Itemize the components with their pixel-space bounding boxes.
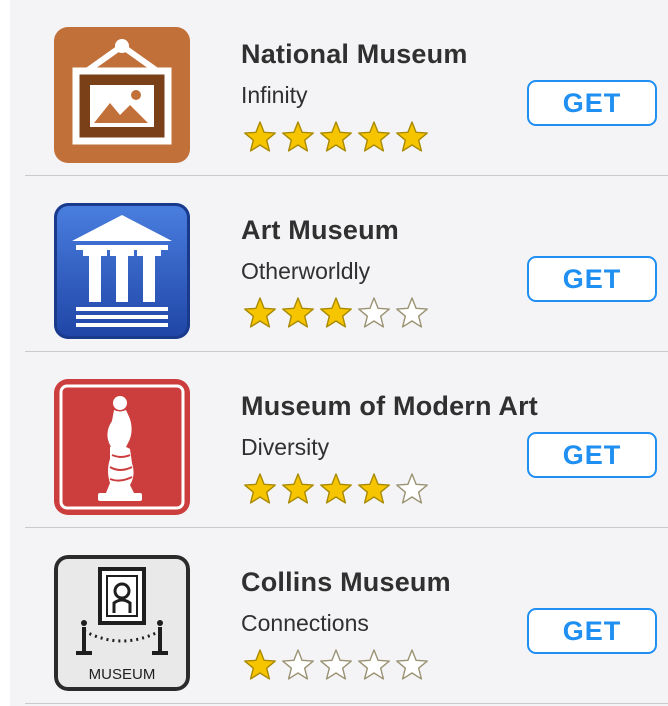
app-title[interactable]: Museum of Modern Art bbox=[241, 391, 538, 422]
star-filled-icon bbox=[358, 473, 390, 504]
app-subtitle: Infinity bbox=[241, 82, 308, 108]
star-filled-icon bbox=[244, 649, 276, 680]
star-filled-icon bbox=[358, 121, 390, 152]
app-list: National Museum Infinity GET Art Museum … bbox=[10, 0, 668, 706]
star-filled-icon bbox=[282, 297, 314, 328]
museum-label: MUSEUM bbox=[89, 666, 156, 683]
classical-building-icon bbox=[54, 203, 190, 339]
star-empty-icon bbox=[396, 473, 428, 504]
list-item[interactable]: Museum of Modern Art Diversity GET bbox=[10, 352, 668, 528]
star-rating bbox=[241, 294, 431, 332]
star-rating bbox=[241, 470, 431, 508]
list-item[interactable]: Art Museum Otherworldly GET bbox=[10, 176, 668, 352]
star-filled-icon bbox=[320, 121, 352, 152]
get-button[interactable]: GET bbox=[527, 80, 657, 126]
row-divider bbox=[25, 703, 668, 704]
star-empty-icon bbox=[396, 649, 428, 680]
app-subtitle: Connections bbox=[241, 610, 369, 636]
star-rating bbox=[241, 646, 431, 684]
app-subtitle: Otherworldly bbox=[241, 258, 371, 284]
list-item[interactable]: MUSEUM Collins Museum Connections GET bbox=[10, 528, 668, 704]
star-filled-icon bbox=[282, 121, 314, 152]
star-empty-icon bbox=[282, 649, 314, 680]
star-filled-icon bbox=[244, 121, 276, 152]
star-filled-icon bbox=[282, 473, 314, 504]
get-button[interactable]: GET bbox=[527, 608, 657, 654]
app-title[interactable]: Art Museum bbox=[241, 215, 399, 246]
get-button[interactable]: GET bbox=[527, 432, 657, 478]
museum-exhibit-icon: MUSEUM bbox=[54, 555, 190, 691]
star-filled-icon bbox=[320, 473, 352, 504]
app-title[interactable]: National Museum bbox=[241, 39, 468, 70]
statue-icon bbox=[54, 379, 190, 515]
get-button[interactable]: GET bbox=[527, 256, 657, 302]
star-filled-icon bbox=[320, 297, 352, 328]
star-filled-icon bbox=[396, 121, 428, 152]
star-empty-icon bbox=[358, 297, 390, 328]
star-rating bbox=[241, 118, 431, 156]
star-empty-icon bbox=[396, 297, 428, 328]
list-item[interactable]: National Museum Infinity GET bbox=[10, 0, 668, 176]
star-filled-icon bbox=[244, 297, 276, 328]
app-subtitle: Diversity bbox=[241, 434, 330, 460]
app-title[interactable]: Collins Museum bbox=[241, 567, 451, 598]
star-empty-icon bbox=[320, 649, 352, 680]
star-empty-icon bbox=[358, 649, 390, 680]
picture-frame-icon bbox=[54, 27, 190, 163]
star-filled-icon bbox=[244, 473, 276, 504]
